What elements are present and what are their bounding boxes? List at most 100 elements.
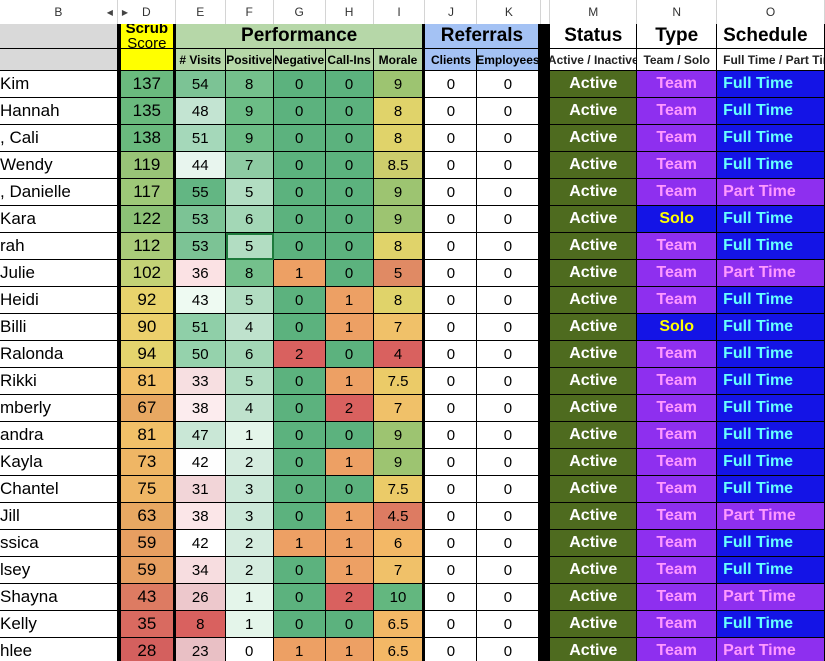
cell-callins[interactable]: 0 xyxy=(325,179,374,206)
cell-referral-clients[interactable]: 0 xyxy=(425,71,478,98)
cell-visits[interactable]: 8 xyxy=(175,611,226,638)
cell-morale[interactable]: 7 xyxy=(373,314,426,341)
cell-schedule[interactable]: Full Time xyxy=(717,233,825,260)
cell-negative[interactable]: 0 xyxy=(273,287,326,314)
cell-referral-employees[interactable]: 0 xyxy=(477,125,542,152)
cell-status[interactable]: Active xyxy=(550,206,638,233)
cell-morale[interactable]: 9 xyxy=(373,422,426,449)
cell-callins[interactable]: 0 xyxy=(325,98,374,125)
cell-negative[interactable]: 0 xyxy=(273,422,326,449)
cell-type[interactable]: Team xyxy=(637,233,718,260)
cell-morale[interactable]: 9 xyxy=(373,179,426,206)
cell-visits[interactable]: 50 xyxy=(175,341,226,368)
cell-referral-employees[interactable]: 0 xyxy=(477,260,542,287)
hidden-column-l-spacer[interactable] xyxy=(541,341,551,368)
hidden-column-l-spacer[interactable] xyxy=(541,557,551,584)
cell-positive[interactable]: 3 xyxy=(225,476,274,503)
cell-scrub-score[interactable]: 35 xyxy=(117,611,176,638)
cell-schedule[interactable]: Full Time xyxy=(717,287,825,314)
cell-scrub-score[interactable]: 67 xyxy=(117,395,176,422)
cell-callins[interactable]: 0 xyxy=(325,260,374,287)
cell-visits[interactable]: 48 xyxy=(175,98,226,125)
cell-negative[interactable]: 0 xyxy=(273,152,326,179)
cell-scrub-score[interactable]: 94 xyxy=(117,341,176,368)
cell-positive[interactable]: 8 xyxy=(225,260,274,287)
cell-scrub-score[interactable]: 92 xyxy=(117,287,176,314)
cell-morale[interactable]: 8 xyxy=(373,125,426,152)
cell-negative[interactable]: 0 xyxy=(273,125,326,152)
cell-type[interactable]: Team xyxy=(637,503,718,530)
hidden-column-l-spacer[interactable] xyxy=(541,395,551,422)
hidden-column-l-spacer[interactable] xyxy=(541,530,551,557)
cell-negative[interactable]: 1 xyxy=(273,530,326,557)
cell-negative[interactable]: 0 xyxy=(273,503,326,530)
cell-negative[interactable]: 0 xyxy=(273,179,326,206)
cell-schedule[interactable]: Full Time xyxy=(717,395,825,422)
cell-scrub-score[interactable]: 59 xyxy=(117,557,176,584)
cell-callins[interactable]: 0 xyxy=(325,152,374,179)
cell-schedule[interactable]: Part Time xyxy=(717,260,825,287)
cell-referral-employees[interactable]: 0 xyxy=(477,179,542,206)
cell-scrub-score[interactable]: 119 xyxy=(117,152,176,179)
cell-referral-employees[interactable]: 0 xyxy=(477,287,542,314)
cell-callins[interactable]: 1 xyxy=(325,638,374,661)
cell-visits[interactable]: 34 xyxy=(175,557,226,584)
cell-visits[interactable]: 26 xyxy=(175,584,226,611)
cell-scrub-score[interactable]: 137 xyxy=(117,71,176,98)
cell-morale[interactable]: 7.5 xyxy=(373,476,426,503)
cell-status[interactable]: Active xyxy=(550,422,638,449)
cell-name[interactable]: Billi xyxy=(0,314,118,341)
cell-schedule[interactable]: Full Time xyxy=(717,152,825,179)
cell-visits[interactable]: 51 xyxy=(175,125,226,152)
cell-type[interactable]: Team xyxy=(637,476,718,503)
cell-negative[interactable]: 0 xyxy=(273,368,326,395)
cell-name[interactable]: , Danielle xyxy=(0,179,118,206)
cell-positive[interactable]: 1 xyxy=(225,584,274,611)
cell-referral-employees[interactable]: 0 xyxy=(477,638,542,661)
cell-name[interactable]: Kim xyxy=(0,71,118,98)
cell-status[interactable]: Active xyxy=(550,98,638,125)
cell-referral-employees[interactable]: 0 xyxy=(477,341,542,368)
cell-morale[interactable]: 7 xyxy=(373,395,426,422)
cell-positive[interactable]: 4 xyxy=(225,395,274,422)
cell-name[interactable]: andra xyxy=(0,422,118,449)
cell-status[interactable]: Active xyxy=(550,476,638,503)
cell-referral-clients[interactable]: 0 xyxy=(425,557,478,584)
cell-name[interactable]: Kayla xyxy=(0,449,118,476)
cell-callins[interactable]: 2 xyxy=(325,584,374,611)
cell-status[interactable]: Active xyxy=(550,71,638,98)
cell-positive[interactable]: 2 xyxy=(225,449,274,476)
cell-callins[interactable]: 0 xyxy=(325,341,374,368)
cell-schedule[interactable]: Part Time xyxy=(717,503,825,530)
cell-negative[interactable]: 0 xyxy=(273,584,326,611)
cell-referral-clients[interactable]: 0 xyxy=(425,449,478,476)
cell-positive[interactable]: 6 xyxy=(225,206,274,233)
cell-status[interactable]: Active xyxy=(550,638,638,661)
cell-visits[interactable]: 23 xyxy=(175,638,226,661)
cell-referral-clients[interactable]: 0 xyxy=(425,287,478,314)
cell-type[interactable]: Team xyxy=(637,260,718,287)
cell-morale[interactable]: 7.5 xyxy=(373,368,426,395)
hidden-column-l-spacer[interactable] xyxy=(541,503,551,530)
cell-visits[interactable]: 55 xyxy=(175,179,226,206)
cell-visits[interactable]: 38 xyxy=(175,395,226,422)
cell-callins[interactable]: 1 xyxy=(325,314,374,341)
cell-status[interactable]: Active xyxy=(550,233,638,260)
cell-schedule[interactable]: Full Time xyxy=(717,530,825,557)
cell-negative[interactable]: 1 xyxy=(273,260,326,287)
hidden-column-l-spacer[interactable] xyxy=(541,260,551,287)
cell-callins[interactable]: 0 xyxy=(325,206,374,233)
cell-type[interactable]: Team xyxy=(637,125,718,152)
cell-schedule[interactable]: Full Time xyxy=(717,476,825,503)
cell-referral-clients[interactable]: 0 xyxy=(425,368,478,395)
cell-name[interactable]: Shayna xyxy=(0,584,118,611)
hidden-column-l-spacer[interactable] xyxy=(541,584,551,611)
column-header-f[interactable]: F xyxy=(225,0,274,24)
cell-referral-employees[interactable]: 0 xyxy=(477,449,542,476)
cell-scrub-score[interactable]: 81 xyxy=(117,368,176,395)
column-header-e[interactable]: E xyxy=(175,0,226,24)
cell-callins[interactable]: 0 xyxy=(325,125,374,152)
cell-positive[interactable]: 1 xyxy=(225,422,274,449)
hidden-column-l-spacer[interactable] xyxy=(541,179,551,206)
cell-type[interactable]: Team xyxy=(637,611,718,638)
